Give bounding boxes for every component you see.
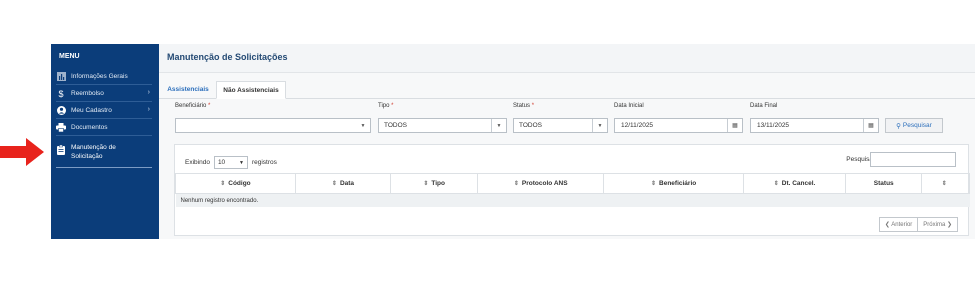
sidebar-item-documentos[interactable]: Documentos <box>56 120 152 136</box>
tipo-select[interactable]: TODOS ▼ <box>378 118 507 133</box>
page-title: Manutenção de Solicitações <box>167 52 288 62</box>
column-label: Dt. Cancel. <box>781 180 816 187</box>
column-label: Tipo <box>431 180 445 187</box>
table-row: Nenhum registro encontrado. <box>175 193 970 207</box>
status-value: TODOS <box>519 122 542 129</box>
sidebar-item-informacoes-gerais[interactable]: Informações Gerais <box>56 69 152 85</box>
sidebar-item-label: Reembolso <box>71 90 104 97</box>
show-suffix: registros <box>251 159 277 166</box>
sort-icon: ⇕ <box>423 181 429 187</box>
pesquisar-button[interactable]: ⚲ Pesquisar <box>885 118 943 133</box>
column-header-data[interactable]: ⇕ Data <box>294 173 392 194</box>
tab-nao-assistenciais[interactable]: Não Assistenciais <box>216 81 286 99</box>
tab-assistenciais[interactable]: Assistenciais <box>165 81 211 98</box>
main-content: Assistenciais Não Assistenciais Benefici… <box>159 73 975 239</box>
chart-icon <box>56 72 66 82</box>
printer-icon <box>56 123 66 133</box>
beneficiario-select[interactable]: ▼ <box>175 118 371 133</box>
results-panel: Exibindo 10 ▼ registros Pesquisar: ⇕ Códi… <box>174 144 970 236</box>
data-final-value: 13/11/2025 <box>757 122 790 129</box>
red-arrow-annotation <box>0 138 44 166</box>
next-page-button[interactable]: Próxima ❯ <box>917 218 957 231</box>
chevron-down-icon: ▼ <box>360 122 366 129</box>
calendar-icon[interactable]: ▦ <box>863 119 878 132</box>
tipo-label: Tipo * <box>378 103 394 109</box>
data-inicial-value: 12/11/2025 <box>621 122 654 129</box>
column-header-beneficiario[interactable]: ⇕ Beneficiário <box>603 173 745 194</box>
sidebar: MENU Informações Gerais $ Reembolso › Me… <box>51 44 159 239</box>
chevron-right-icon: › <box>147 89 150 96</box>
sidebar-item-label: Manutenção de Solicitação <box>71 144 116 160</box>
data-final-label: Data Final <box>750 103 778 109</box>
column-label: Protocolo ANS <box>521 180 568 187</box>
sort-icon: ⇕ <box>773 181 779 187</box>
clipboard-icon <box>56 145 66 155</box>
calendar-icon[interactable]: ▦ <box>727 119 742 132</box>
data-final-input[interactable]: 13/11/2025 ▦ <box>750 118 879 133</box>
column-label: Data <box>339 180 355 187</box>
column-header-status[interactable]: Status <box>845 173 923 194</box>
column-header-dt-cancel[interactable]: ⇕ Dt. Cancel. <box>743 173 847 194</box>
sort-icon: ⇕ <box>513 181 519 187</box>
tipo-value: TODOS <box>384 122 407 129</box>
sidebar-item-reembolso[interactable]: $ Reembolso › <box>56 86 152 102</box>
results-table: ⇕ Código ⇕ Data ⇕ Tipo ⇕ Protocolo ANS ⇕ Bene… <box>175 173 970 207</box>
search-icon: ⚲ <box>896 122 901 130</box>
chevron-down-icon: ▼ <box>592 119 607 132</box>
beneficiario-label: Beneficiário * <box>175 103 211 109</box>
column-label: Beneficiário <box>659 180 697 187</box>
status-select[interactable]: TODOS ▼ <box>513 118 608 133</box>
sort-icon: ⇕ <box>650 181 657 187</box>
dollar-icon: $ <box>58 88 64 99</box>
empty-message: Nenhum registro encontrado. <box>175 193 970 207</box>
sidebar-menu-title: MENU <box>59 53 80 60</box>
sort-icon: ⇕ <box>220 181 226 187</box>
sort-icon: ⇕ <box>941 181 947 187</box>
page-size-select[interactable]: 10 ▼ <box>213 156 248 169</box>
sidebar-item-label: Informações Gerais <box>71 73 128 80</box>
column-header-protocolo-ans[interactable]: ⇕ Protocolo ANS <box>477 173 605 194</box>
sort-icon: ⇕ <box>331 181 337 187</box>
column-header-tipo[interactable]: ⇕ Tipo <box>390 173 479 194</box>
table-search-input[interactable] <box>870 152 956 167</box>
chevron-left-icon: ❮ <box>884 222 890 228</box>
chevron-right-icon: › <box>147 106 150 113</box>
pesquisar-button-label: Pesquisar <box>902 122 932 129</box>
show-prefix: Exibindo <box>185 159 210 166</box>
pagination: ❮ Anterior Próxima ❯ <box>878 217 958 232</box>
sidebar-item-label: Meu Cadastro <box>71 107 112 114</box>
previous-label: Anterior <box>891 222 913 228</box>
chevron-down-icon: ▼ <box>491 119 506 132</box>
sidebar-item-meu-cadastro[interactable]: Meu Cadastro › <box>56 103 152 119</box>
page-size-value: 10 <box>217 159 226 166</box>
status-label: Status * <box>513 103 535 109</box>
column-label: Código <box>228 180 251 187</box>
column-header-actions[interactable]: ⇕ <box>921 173 970 194</box>
column-label: Status <box>873 180 894 187</box>
data-inicial-input[interactable]: 12/11/2025 ▦ <box>614 118 743 133</box>
tab-bar: Assistenciais Não Assistenciais <box>159 81 975 99</box>
sidebar-item-manutencao-solicitacao[interactable]: Manutenção de Solicitação <box>56 140 152 168</box>
chevron-down-icon: ▼ <box>238 159 244 166</box>
previous-page-button[interactable]: ❮ Anterior <box>880 218 917 231</box>
sidebar-item-label: Documentos <box>71 124 108 131</box>
page-header: Manutenção de Solicitações <box>159 44 975 73</box>
chevron-right-icon: ❯ <box>946 222 952 228</box>
next-label: Próxima <box>923 222 946 228</box>
column-header-codigo[interactable]: ⇕ Código <box>175 173 296 194</box>
data-inicial-label: Data Inicial <box>614 103 644 109</box>
user-icon <box>56 106 66 116</box>
page-size-control: Exibindo 10 ▼ registros <box>185 156 277 169</box>
